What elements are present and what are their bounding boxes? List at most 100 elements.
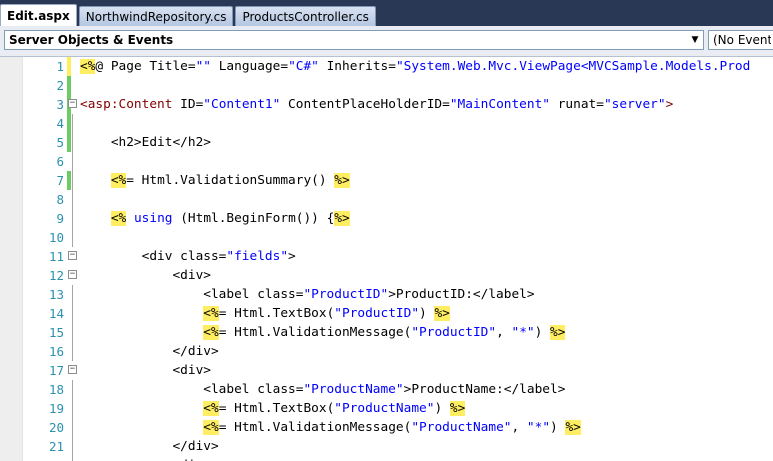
code-token: "ProductName"	[303, 382, 404, 397]
line-number: 11	[48, 249, 64, 264]
line-number: 7	[56, 173, 64, 188]
code-editor[interactable]: 1 <%@ Page Title="" Language="C#" Inherit…	[0, 57, 773, 461]
code-text: <div class="fields">	[80, 247, 296, 266]
code-token: )	[534, 325, 551, 340]
code-token: "Content1"	[203, 97, 281, 112]
code-text: <asp:Content ID="Content1" ContentPlaceH…	[80, 95, 673, 114]
code-token: = Html.ValidationMessage(	[218, 420, 412, 435]
outline-guide	[72, 133, 73, 152]
outline-guide	[72, 304, 73, 323]
outline-guide	[72, 437, 73, 456]
code-line[interactable]: 1 <%@ Page Title="" Language="C#" Inherit…	[0, 57, 773, 76]
document-tab-strip: Edit.aspx NorthwindRepository.cs ProductsC…	[0, 0, 773, 26]
tab-edit-aspx[interactable]: Edit.aspx	[0, 4, 77, 26]
server-delimiter: %>	[434, 306, 450, 321]
code-token: Language=	[211, 59, 289, 74]
outline-guide	[72, 209, 73, 228]
code-line[interactable]: 10	[0, 228, 773, 247]
events-value: (No Events)	[713, 33, 771, 47]
code-text: <%= Html.ValidationSummary() %>	[80, 171, 350, 190]
server-objects-dropdown[interactable]: Server Objects & Events ▼	[4, 30, 704, 50]
code-line[interactable]: 9 <% using (Html.BeginForm()) {%>	[0, 209, 773, 228]
code-line[interactable]: 7 <%= Html.ValidationSummary() %>	[0, 171, 773, 190]
code-line[interactable]: 11− <div class="fields">	[0, 247, 773, 266]
code-line[interactable]: 5 <h2>Edit</h2>	[0, 133, 773, 152]
code-token: using	[133, 211, 173, 226]
dropdown-arrow-icon[interactable]: ▼	[687, 31, 703, 49]
outline-guide	[72, 418, 73, 437]
code-line[interactable]: 6	[0, 152, 773, 171]
outline-guide	[72, 171, 73, 190]
code-line[interactable]: 17− <div>	[0, 361, 773, 380]
navigation-bar: Server Objects & Events ▼ (No Events) ▼	[0, 26, 773, 57]
code-token: "ProductID"	[334, 306, 420, 321]
code-token: )	[434, 401, 450, 416]
server-delimiter: %>	[550, 325, 566, 340]
code-line[interactable]: 8	[0, 190, 773, 209]
code-line[interactable]: 15 <%= Html.ValidationMessage("ProductID…	[0, 323, 773, 342]
collapse-icon[interactable]: −	[68, 99, 77, 108]
code-line[interactable]: 3− <asp:Content ID="Content1" ContentPlac…	[0, 95, 773, 114]
code-line[interactable]: 4	[0, 114, 773, 133]
code-token: >ProductID:</label>	[388, 287, 535, 302]
code-line[interactable]: 19 <%= Html.TextBox("ProductName") %>	[0, 399, 773, 418]
code-line[interactable]: 20 <%= Html.ValidationMessage("ProductNa…	[0, 418, 773, 437]
outline-guide	[72, 190, 73, 209]
code-text: <%= Html.TextBox("ProductName") %>	[80, 399, 466, 418]
line-number: 10	[48, 230, 64, 245]
code-text: <div>	[80, 266, 211, 285]
code-line[interactable]: 22 <div>	[0, 456, 773, 461]
code-text: <h2>Edit</h2>	[80, 133, 211, 152]
line-number: 9	[56, 211, 64, 226]
code-token: <asp:Content	[80, 97, 181, 112]
code-token: >	[288, 249, 296, 264]
events-dropdown[interactable]: (No Events) ▼	[708, 30, 773, 50]
collapse-icon[interactable]: −	[68, 270, 77, 279]
collapse-icon[interactable]: −	[68, 365, 77, 374]
code-token: = Html.TextBox(	[218, 306, 335, 321]
code-lines: 1 <%@ Page Title="" Language="C#" Inherit…	[0, 57, 773, 461]
change-marker	[67, 57, 71, 76]
code-line[interactable]: 16 </div>	[0, 342, 773, 361]
tab-productscontroller-cs[interactable]: ProductsController.cs	[235, 6, 376, 26]
code-token: ""	[195, 59, 212, 74]
code-token: "ProductID"	[411, 325, 497, 340]
code-token: <label class=	[80, 382, 304, 397]
server-delimiter: %>	[449, 401, 466, 416]
code-token: "MainContent"	[449, 97, 551, 112]
line-number: 6	[56, 154, 64, 169]
code-token: <div class=	[80, 249, 227, 264]
code-line[interactable]: 12− <div>	[0, 266, 773, 285]
outline-guide	[72, 456, 73, 461]
code-text: <%= Html.ValidationMessage("ProductID", …	[80, 323, 566, 342]
server-delimiter: <%	[80, 59, 96, 74]
line-number: 13	[48, 287, 64, 302]
code-line[interactable]: 18 <label class="ProductName">ProductNam…	[0, 380, 773, 399]
code-token: ,	[511, 420, 527, 435]
code-text: </div>	[80, 437, 218, 456]
tab-northwindrepository-cs[interactable]: NorthwindRepository.cs	[78, 6, 234, 26]
code-token: "ProductName"	[334, 401, 435, 416]
change-marker	[67, 76, 71, 95]
code-token: )	[419, 306, 435, 321]
line-number: 14	[48, 306, 64, 321]
change-marker	[67, 171, 71, 190]
code-token: (Html.BeginForm()) {	[172, 211, 335, 226]
code-line[interactable]: 21 </div>	[0, 437, 773, 456]
line-number: 20	[48, 420, 64, 435]
line-number: 16	[48, 344, 64, 359]
line-number: 2	[56, 78, 64, 93]
code-token: "*"	[526, 420, 551, 435]
server-delimiter: <%	[110, 211, 127, 226]
code-line[interactable]: 13 <label class="ProductID">ProductID:</…	[0, 285, 773, 304]
outline-guide	[72, 285, 73, 304]
code-line[interactable]: 14 <%= Html.TextBox("ProductID") %>	[0, 304, 773, 323]
code-line[interactable]: 2	[0, 76, 773, 95]
collapse-icon[interactable]: −	[68, 251, 77, 260]
line-number: 19	[48, 401, 64, 416]
code-token: <label class=	[80, 287, 304, 302]
line-number: 5	[56, 135, 64, 150]
